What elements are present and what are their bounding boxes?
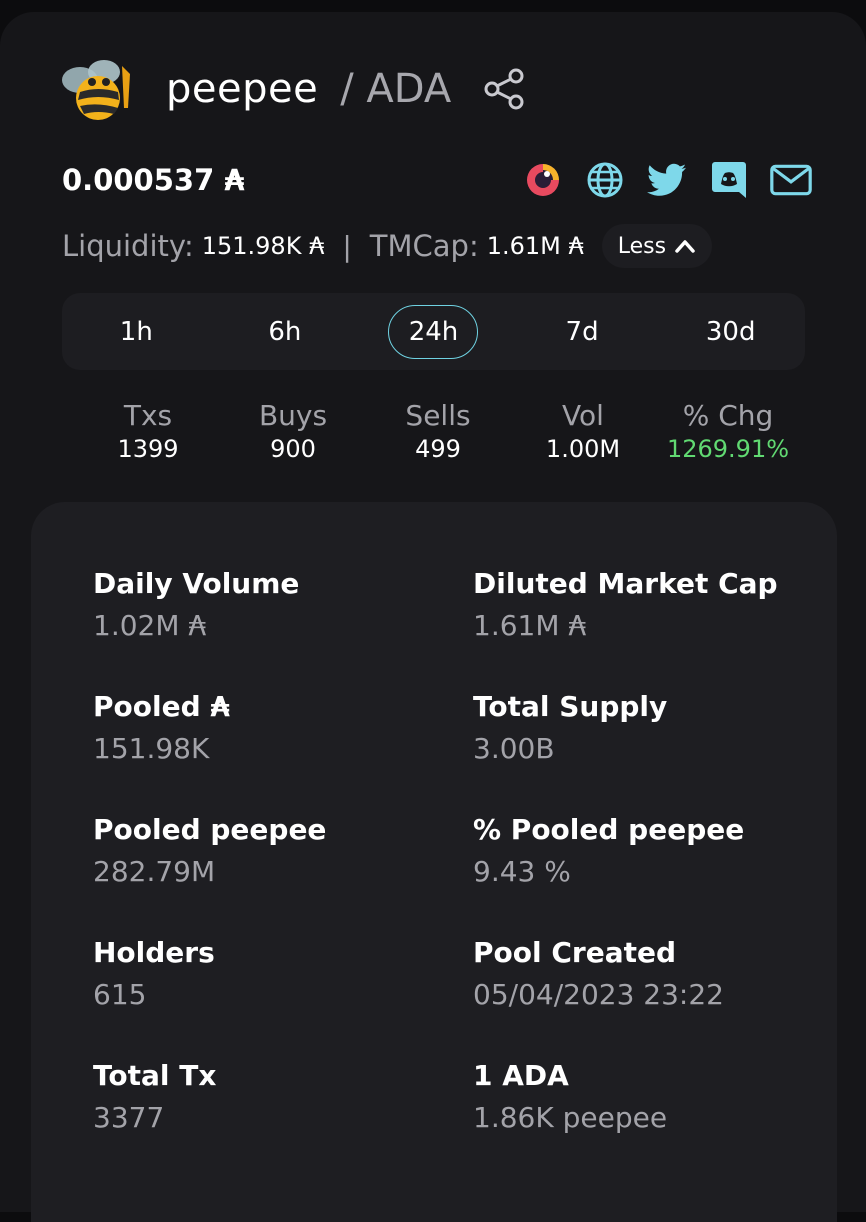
stat-value: 1399 — [117, 435, 179, 463]
detail-label: Diluted Market Cap — [473, 567, 778, 600]
discord-icon[interactable] — [708, 159, 750, 201]
stat-label: Txs — [123, 399, 173, 432]
less-label: Less — [617, 233, 667, 259]
social-links — [522, 159, 812, 201]
coingecko-icon[interactable] — [522, 159, 564, 201]
detail-value: 1.61M ₳ — [473, 609, 587, 642]
stat-label: % Chg — [682, 399, 774, 432]
detail-label: Total Tx — [93, 1059, 217, 1092]
detail-total-tx: Total Tx 3377 — [93, 1056, 473, 1140]
detail-diluted-market-cap: Diluted Market Cap 1.61M ₳ — [473, 564, 813, 648]
detail-value: 615 — [93, 978, 147, 1011]
stat-label: Buys — [258, 399, 328, 432]
liquidity-label: Liquidity: — [62, 229, 194, 263]
stat-value: 1.00M — [545, 435, 621, 463]
detail-value: 1.02M ₳ — [93, 609, 207, 642]
stat-txs: Txs 1399 — [78, 398, 218, 464]
share-icon[interactable] — [481, 65, 529, 113]
details-card: Daily Volume 1.02M ₳ Diluted Market Cap … — [31, 502, 837, 1222]
tab-7d[interactable]: 7d — [537, 305, 627, 359]
token-avatar — [58, 46, 144, 132]
detail-exchange-rate: 1 ADA 1.86K peepee — [473, 1056, 813, 1140]
detail-value: 05/04/2023 23:22 — [473, 978, 724, 1011]
detail-pool-created: Pool Created 05/04/2023 23:22 — [473, 933, 813, 1017]
token-name: peepee — [166, 66, 319, 112]
stat-value: 900 — [270, 435, 316, 463]
detail-value: 3.00B — [473, 732, 555, 765]
token-price: 0.000537 ₳ — [62, 163, 245, 197]
stat-value: 499 — [415, 435, 461, 463]
liquidity-value: 151.98K ₳ — [201, 232, 325, 260]
stat-label: Vol — [562, 399, 604, 432]
detail-label: 1 ADA — [473, 1059, 569, 1092]
stat-label: Sells — [405, 399, 471, 432]
detail-holders: Holders 615 — [93, 933, 473, 1017]
tab-6h[interactable]: 6h — [240, 305, 330, 359]
liquidity-row: Liquidity: 151.98K ₳ | TMCap: 1.61M ₳ Le… — [62, 224, 713, 268]
tmcap-value: 1.61M ₳ — [486, 232, 584, 260]
details-grid: Daily Volume 1.02M ₳ Diluted Market Cap … — [93, 564, 813, 1140]
detail-percent-pooled: % Pooled peepee 9.43 % — [473, 810, 813, 894]
detail-label: Daily Volume — [93, 567, 300, 600]
twitter-icon[interactable] — [646, 159, 688, 201]
detail-value: 9.43 % — [473, 855, 571, 888]
tab-1h[interactable]: 1h — [91, 305, 181, 359]
detail-value: 3377 — [93, 1101, 165, 1134]
detail-label: Pooled peepee — [93, 813, 327, 846]
stat-buys: Buys 900 — [223, 398, 363, 464]
chevron-up-icon — [675, 240, 695, 253]
mail-icon[interactable] — [770, 159, 812, 201]
detail-total-supply: Total Supply 3.00B — [473, 687, 813, 771]
detail-label: % Pooled peepee — [473, 813, 745, 846]
token-header: peepee / ADA — [58, 46, 529, 132]
stat-sells: Sells 499 — [368, 398, 508, 464]
tab-30d[interactable]: 30d — [686, 305, 776, 359]
stat-value: 1269.91% — [666, 435, 790, 463]
stat-vol: Vol 1.00M — [513, 398, 653, 464]
detail-daily-volume: Daily Volume 1.02M ₳ — [93, 564, 473, 648]
divider: | — [342, 229, 352, 263]
pair-quote: / ADA — [340, 66, 452, 112]
detail-label: Holders — [93, 936, 215, 969]
trade-stats: Txs 1399 Buys 900 Sells 499 Vol 1.00M % … — [78, 398, 798, 464]
tmcap-label: TMCap: — [369, 229, 479, 263]
detail-value: 282.79M — [93, 855, 216, 888]
detail-label: Pool Created — [473, 936, 676, 969]
detail-label: Total Supply — [473, 690, 668, 723]
globe-icon[interactable] — [584, 159, 626, 201]
stat-change: % Chg 1269.91% — [658, 398, 798, 464]
timeframe-tabs: 1h 6h 24h 7d 30d — [62, 293, 805, 370]
detail-value: 1.86K peepee — [473, 1101, 668, 1134]
tab-24h[interactable]: 24h — [388, 304, 479, 359]
detail-pooled-token: Pooled peepee 282.79M — [93, 810, 473, 894]
detail-label: Pooled ₳ — [93, 690, 230, 723]
detail-value: 151.98K — [93, 732, 210, 765]
detail-pooled-ada: Pooled ₳ 151.98K — [93, 687, 473, 771]
less-button[interactable]: Less — [601, 224, 713, 268]
price-row: 0.000537 ₳ — [62, 158, 812, 202]
